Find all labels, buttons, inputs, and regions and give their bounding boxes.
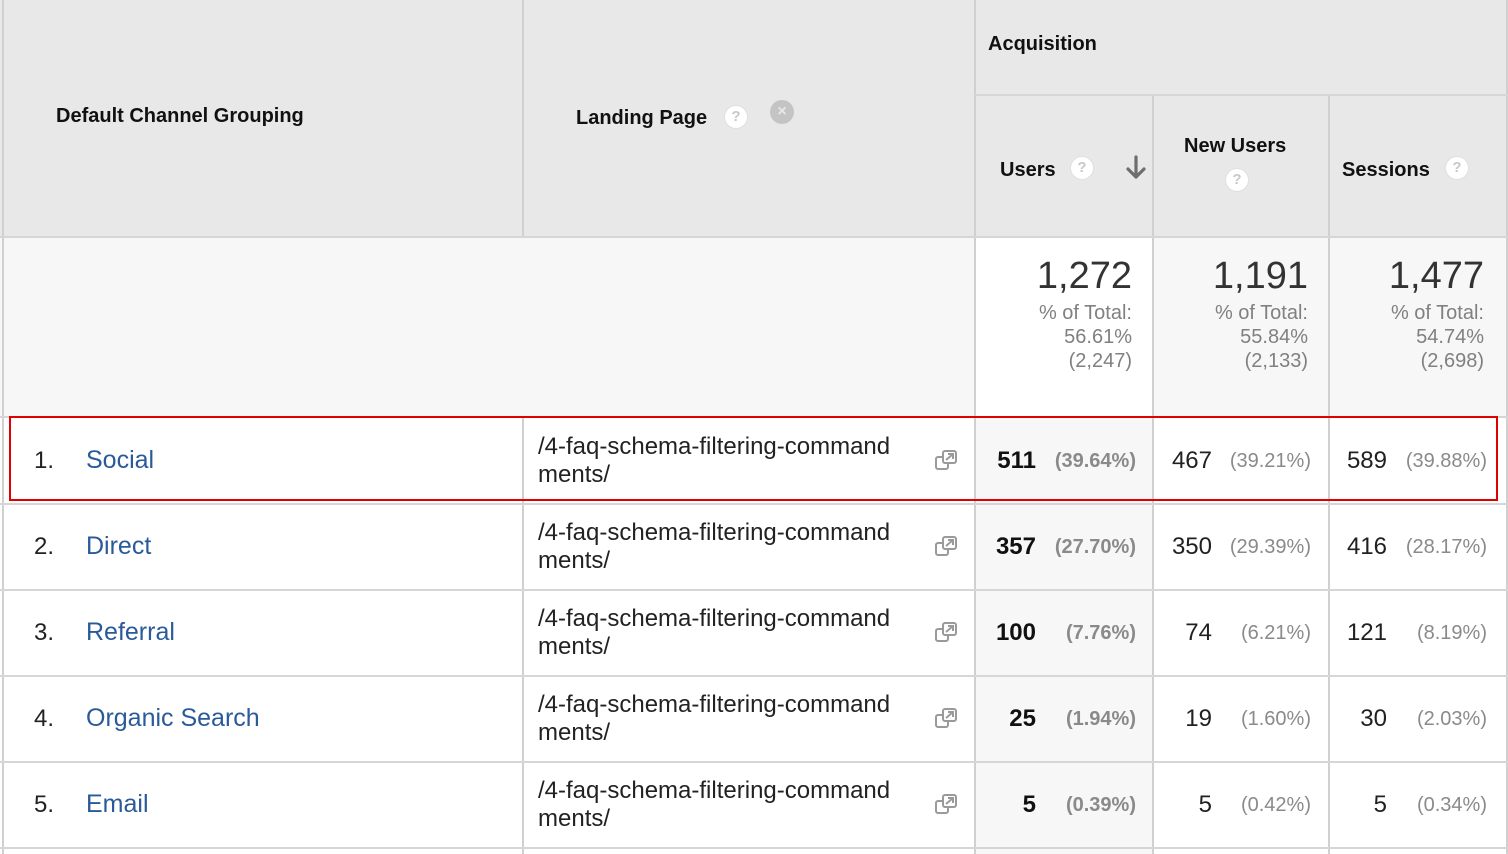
channel-link[interactable]: Direct <box>86 532 151 561</box>
landing-page-line-2: ments/ <box>538 547 611 574</box>
divider <box>0 675 1508 677</box>
highlight-box-row-1 <box>9 416 1498 501</box>
users-value: 5 <box>1022 791 1036 818</box>
channel-link[interactable]: Email <box>86 790 149 819</box>
column-header-new-users[interactable]: New Users <box>1184 135 1286 158</box>
row-number: 4. <box>34 705 55 732</box>
landing-page-line-2: ments/ <box>538 633 611 660</box>
total-users-pct: 56.61% <box>1064 326 1132 348</box>
total-users-value: 1,272 <box>1036 255 1132 297</box>
table-row: 5. Email /4-faq-schema-filtering-command… <box>0 761 1508 847</box>
column-group-acquisition: Acquisition <box>988 33 1097 55</box>
sessions-percent: (28.17%) <box>1405 536 1487 558</box>
sessions-percent: (8.19%) <box>1416 622 1487 644</box>
sessions-value: 5 <box>1373 791 1387 818</box>
new-users-percent: (1.60%) <box>1240 708 1311 730</box>
landing-page-link[interactable]: /4-faq-schema-filtering-command ments/ <box>538 519 933 575</box>
sessions-value: 416 <box>1346 533 1387 560</box>
users-value: 100 <box>995 619 1036 646</box>
sessions-value: 121 <box>1346 619 1387 646</box>
users-percent: (7.76%) <box>1065 622 1136 644</box>
divider <box>0 503 1508 505</box>
users-value: 357 <box>995 533 1036 560</box>
landing-page-line-1: /4-faq-schema-filtering-command <box>538 605 891 632</box>
sort-descending-arrow-icon[interactable] <box>1124 155 1148 181</box>
landing-page-link[interactable]: /4-faq-schema-filtering-command ments/ <box>538 605 933 661</box>
new-users-value: 19 <box>1185 705 1212 732</box>
new-users-value: 350 <box>1171 533 1212 560</box>
total-sessions-pct-label: % of Total: <box>1390 302 1484 324</box>
landing-page-help-icon[interactable]: ? <box>724 105 748 129</box>
sessions-percent: (2.03%) <box>1416 708 1487 730</box>
row-number: 2. <box>34 533 55 560</box>
total-new-users-value: 1,191 <box>1212 255 1308 297</box>
table-row: 2. Direct /4-faq-schema-filtering-comman… <box>0 503 1508 589</box>
landing-page-line-2: ments/ <box>538 719 611 746</box>
channel-link[interactable]: Referral <box>86 618 175 647</box>
divider <box>0 847 1508 849</box>
column-header-default-channel-grouping[interactable]: Default Channel Grouping <box>56 105 304 128</box>
total-sessions-pct: 54.74% <box>1416 326 1484 348</box>
table-row: 4. Organic Search /4-faq-schema-filterin… <box>0 675 1508 761</box>
sessions-help-icon[interactable]: ? <box>1445 156 1469 180</box>
landing-page-line-1: /4-faq-schema-filtering-command <box>538 777 891 804</box>
row-number: 5. <box>34 791 55 818</box>
divider <box>0 236 1508 238</box>
divider <box>2 0 4 854</box>
users-percent: (27.70%) <box>1054 536 1136 558</box>
total-new-users-pct-label: % of Total: <box>1214 302 1308 324</box>
column-header-users[interactable]: Users <box>1000 159 1056 182</box>
divider <box>0 761 1508 763</box>
total-sessions-value: 1,477 <box>1388 255 1484 297</box>
users-help-icon[interactable]: ? <box>1070 156 1094 180</box>
landing-page-link[interactable]: /4-faq-schema-filtering-command ments/ <box>538 777 933 833</box>
divider <box>0 589 1508 591</box>
total-users-pct-label: % of Total: <box>1038 302 1132 324</box>
total-new-users-pct: 55.84% <box>1240 326 1308 348</box>
sessions-percent: (0.34%) <box>1416 794 1487 816</box>
new-users-percent: (0.42%) <box>1240 794 1311 816</box>
open-external-link-icon[interactable] <box>934 620 958 644</box>
total-new-users-overall: (2,133) <box>1244 350 1308 372</box>
new-users-value: 5 <box>1198 791 1212 818</box>
users-value: 25 <box>1009 705 1036 732</box>
new-users-percent: (6.21%) <box>1240 622 1311 644</box>
analytics-report-table: Default Channel Grouping Landing Page ? … <box>0 0 1508 854</box>
divider <box>975 94 1508 96</box>
sessions-value: 30 <box>1360 705 1387 732</box>
new-users-percent: (29.39%) <box>1229 536 1311 558</box>
row-number: 3. <box>34 619 55 646</box>
landing-page-line-2: ments/ <box>538 805 611 832</box>
remove-secondary-dimension-icon[interactable]: × <box>770 100 794 124</box>
open-external-link-icon[interactable] <box>934 792 958 816</box>
landing-page-link[interactable]: /4-faq-schema-filtering-command ments/ <box>538 691 933 747</box>
landing-page-line-1: /4-faq-schema-filtering-command <box>538 519 891 546</box>
totals-row-label-area <box>0 237 975 417</box>
new-users-help-icon[interactable]: ? <box>1225 168 1249 192</box>
new-users-value: 74 <box>1185 619 1212 646</box>
open-external-link-icon[interactable] <box>934 706 958 730</box>
column-header-sessions[interactable]: Sessions <box>1342 159 1430 182</box>
users-percent: (1.94%) <box>1065 708 1136 730</box>
column-header-landing-page[interactable]: Landing Page <box>576 107 707 130</box>
users-percent: (0.39%) <box>1065 794 1136 816</box>
total-users-overall: (2,247) <box>1068 350 1132 372</box>
total-sessions-overall: (2,698) <box>1420 350 1484 372</box>
divider <box>522 0 524 237</box>
landing-page-line-1: /4-faq-schema-filtering-command <box>538 691 891 718</box>
table-row: 3. Referral /4-faq-schema-filtering-comm… <box>0 589 1508 675</box>
open-external-link-icon[interactable] <box>934 534 958 558</box>
channel-link[interactable]: Organic Search <box>86 704 260 733</box>
